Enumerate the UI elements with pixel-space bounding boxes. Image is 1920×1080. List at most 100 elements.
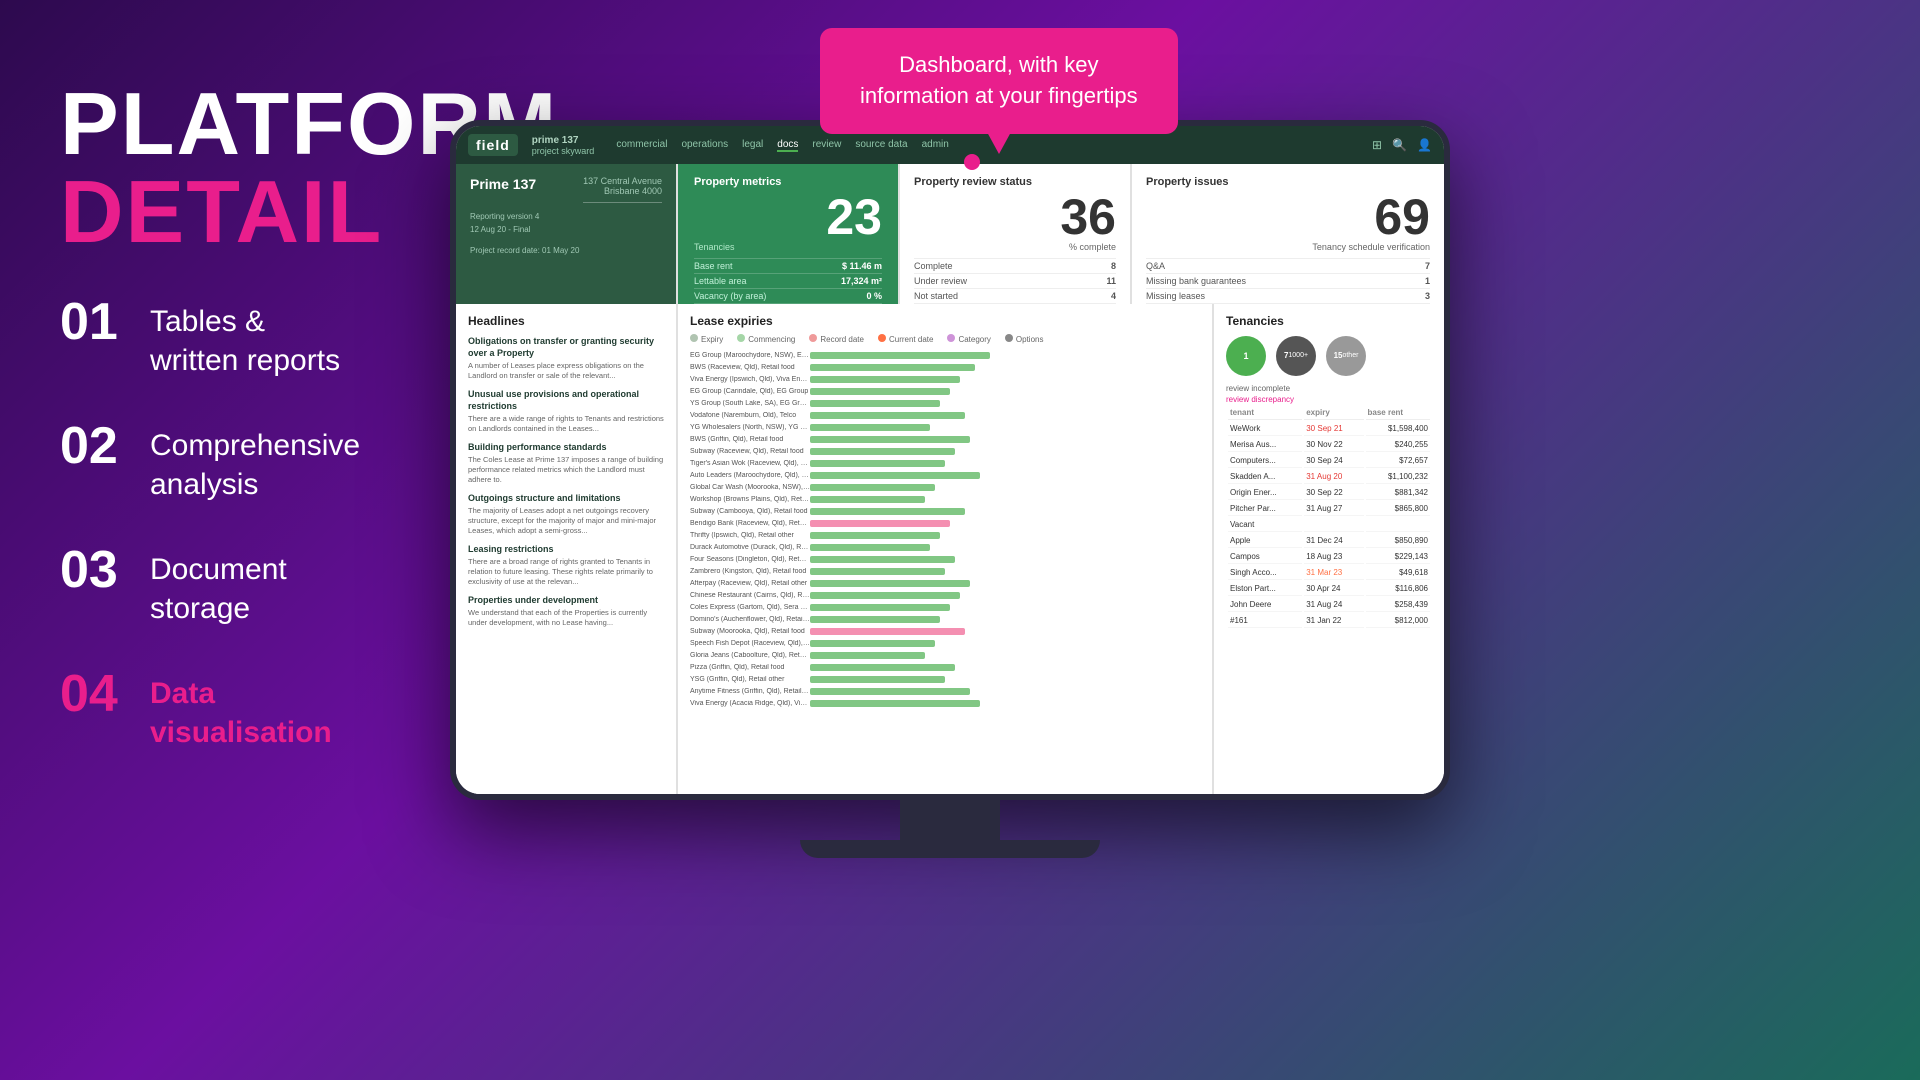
base-rent-cell: $1,100,232 bbox=[1366, 470, 1431, 484]
tenant-cell: WeWork bbox=[1228, 422, 1302, 436]
chart-bar bbox=[810, 568, 945, 575]
nav-project: prime 137 project skyward bbox=[532, 135, 595, 156]
chart-bar-row: YS Group (South Lake, SA), EG Group bbox=[690, 398, 1200, 408]
bottom-row: Headlines Obligations on transfer or gra… bbox=[456, 304, 1444, 794]
issue-row-0: Q&A 7 bbox=[1146, 258, 1430, 273]
expiry-cell: 30 Apr 24 bbox=[1304, 582, 1363, 596]
metric-row-0: Base rent $ 11.46 m bbox=[694, 258, 882, 273]
expiry-cell: 31 Aug 20 bbox=[1304, 470, 1363, 484]
tablet-stand bbox=[450, 800, 1450, 858]
tenant-cell: Pitcher Par... bbox=[1228, 502, 1302, 516]
property-address: 137 Central Avenue Brisbane 4000 bbox=[583, 176, 662, 203]
review-card: Property review status 36 % complete Com… bbox=[900, 164, 1130, 304]
chart-bar-row: EG Group (Maroochydore, NSW), EG Group bbox=[690, 350, 1200, 360]
chart-bar-row: Durack Automotive (Durack, Qld), Retail … bbox=[690, 542, 1200, 552]
base-rent-cell: $850,890 bbox=[1366, 534, 1431, 548]
reporting-version: Reporting version 4 bbox=[470, 211, 662, 224]
legend-expiry: Expiry bbox=[690, 334, 723, 344]
headline-2: Building performance standards The Coles… bbox=[468, 442, 664, 485]
grid-icon[interactable]: ⊞ bbox=[1372, 138, 1382, 152]
chart-bar bbox=[810, 592, 960, 599]
nav-item-review[interactable]: review bbox=[812, 139, 841, 152]
chart-bar-row: Subway (Cambooya, Qld), Retail food bbox=[690, 506, 1200, 516]
chart-bar-row: Afterpay (Raceview, Qld), Retail other bbox=[690, 578, 1200, 588]
nav-logo: field bbox=[468, 134, 518, 156]
issue-row-2: Missing leases 3 bbox=[1146, 288, 1430, 303]
nav-item-source-data[interactable]: source data bbox=[855, 139, 907, 152]
chart-bar-row: Viva Energy (Acacia Ridge, Qld), Viva En… bbox=[690, 698, 1200, 708]
chart-bar-label: YSG (Griffin, Qld), Retail other bbox=[690, 676, 810, 683]
property-meta: Reporting version 4 12 Aug 20 - Final Pr… bbox=[470, 211, 662, 257]
chart-bar bbox=[810, 388, 950, 395]
tenant-cell: Merisa Aus... bbox=[1228, 438, 1302, 452]
chart-bar bbox=[810, 400, 940, 407]
table-row: Campos18 Aug 23$229,143 bbox=[1228, 550, 1430, 564]
chart-bar bbox=[810, 688, 970, 695]
tenancy-table: tenant expiry base rent WeWork30 Sep 21$… bbox=[1226, 404, 1432, 630]
feature-text-2: Comprehensiveanalysis bbox=[150, 420, 360, 504]
feature-number-1: 01 bbox=[60, 296, 150, 348]
feature-number-2: 02 bbox=[60, 420, 150, 472]
base-rent-cell bbox=[1366, 518, 1431, 532]
chart-bar-row: Viva Energy (Ipswich, Qld), Viva Energy bbox=[690, 374, 1200, 384]
table-row: John Deere31 Aug 24$258,439 bbox=[1228, 598, 1430, 612]
table-row: Computers...30 Sep 24$72,657 bbox=[1228, 454, 1430, 468]
chart-bar bbox=[810, 520, 950, 527]
chart-bar-row: Workshop (Browns Plains, Qld), Retail ot… bbox=[690, 494, 1200, 504]
dashboard-content: Prime 137 137 Central Avenue Brisbane 40… bbox=[456, 164, 1444, 794]
chart-bar bbox=[810, 652, 925, 659]
t-circle-1: 1 bbox=[1226, 336, 1266, 376]
tenant-cell: Apple bbox=[1228, 534, 1302, 548]
base-rent-cell: $229,143 bbox=[1366, 550, 1431, 564]
nav-item-docs[interactable]: docs bbox=[777, 139, 798, 152]
tablet-frame: field prime 137 project skyward commerci… bbox=[450, 120, 1450, 800]
nav-item-commercial[interactable]: commercial bbox=[616, 139, 667, 152]
chart-bar-row: Anytime Fitness (Griffin, Qld), Retail o… bbox=[690, 686, 1200, 696]
search-icon[interactable]: 🔍 bbox=[1392, 138, 1407, 152]
tenant-cell: Computers... bbox=[1228, 454, 1302, 468]
table-row: Apple31 Dec 24$850,890 bbox=[1228, 534, 1430, 548]
chart-bar bbox=[810, 424, 930, 431]
chart-bar-label: EG Group (Carindale, Qld), EG Group bbox=[690, 388, 810, 395]
legend-current-date: Current date bbox=[878, 334, 933, 344]
expiry-cell: 30 Sep 22 bbox=[1304, 486, 1363, 500]
tenancies-title: Tenancies bbox=[1226, 314, 1432, 328]
metric-row-2: Vacancy (by area) 0 % bbox=[694, 288, 882, 303]
table-row: WeWork30 Sep 21$1,598,400 bbox=[1228, 422, 1430, 436]
chart-bar bbox=[810, 544, 930, 551]
tenancy-circles: 1 71000+ 15other bbox=[1226, 336, 1432, 376]
tenant-cell: Vacant bbox=[1228, 518, 1302, 532]
chart-bar-row: Auto Leaders (Maroochydore, Qld), Retail… bbox=[690, 470, 1200, 480]
review-discrepancy-link[interactable]: review discrepancy bbox=[1226, 395, 1432, 404]
feature-text-1: Tables &written reports bbox=[150, 296, 340, 380]
feature-number-4: 04 bbox=[60, 668, 150, 720]
chart-bar-row: Subway (Raceview, Qld), Retail food bbox=[690, 446, 1200, 456]
col-expiry: expiry bbox=[1304, 406, 1363, 420]
nav-item-admin[interactable]: admin bbox=[922, 139, 949, 152]
chart-bar bbox=[810, 412, 965, 419]
metric-row-1: Lettable area 17,324 m² bbox=[694, 273, 882, 288]
property-name: Prime 137 bbox=[470, 176, 536, 192]
chart-bar-row: Gloria Jeans (Caboolture, Qld), Retail f… bbox=[690, 650, 1200, 660]
stand-neck bbox=[900, 800, 1000, 840]
chart-bar-label: Viva Energy (Ipswich, Qld), Viva Energy bbox=[690, 376, 810, 383]
tenancies-column: Tenancies 1 71000+ 15other review incomp… bbox=[1214, 304, 1444, 794]
chart-bar-row: Chinese Restaurant (Cairns, Qld), Retail… bbox=[690, 590, 1200, 600]
user-icon[interactable]: 👤 bbox=[1417, 138, 1432, 152]
t-circle-3: 15other bbox=[1326, 336, 1366, 376]
chart-bar-row: Thrifty (Ipswich, Qld), Retail other bbox=[690, 530, 1200, 540]
chart-bar bbox=[810, 664, 955, 671]
nav-item-legal[interactable]: legal bbox=[742, 139, 763, 152]
chart-bar bbox=[810, 676, 945, 683]
nav-item-operations[interactable]: operations bbox=[681, 139, 728, 152]
review-row-1: Under review 11 bbox=[914, 273, 1116, 288]
stand-base bbox=[800, 840, 1100, 858]
headlines-column: Headlines Obligations on transfer or gra… bbox=[456, 304, 676, 794]
base-rent-cell: $881,342 bbox=[1366, 486, 1431, 500]
table-row: Origin Ener...30 Sep 22$881,342 bbox=[1228, 486, 1430, 500]
chart-bar-label: Afterpay (Raceview, Qld), Retail other bbox=[690, 580, 810, 587]
tenant-cell: #161 bbox=[1228, 614, 1302, 628]
nav-project-sub: project skyward bbox=[532, 146, 595, 156]
chart-bar bbox=[810, 484, 935, 491]
expiry-cell: 31 Dec 24 bbox=[1304, 534, 1363, 548]
